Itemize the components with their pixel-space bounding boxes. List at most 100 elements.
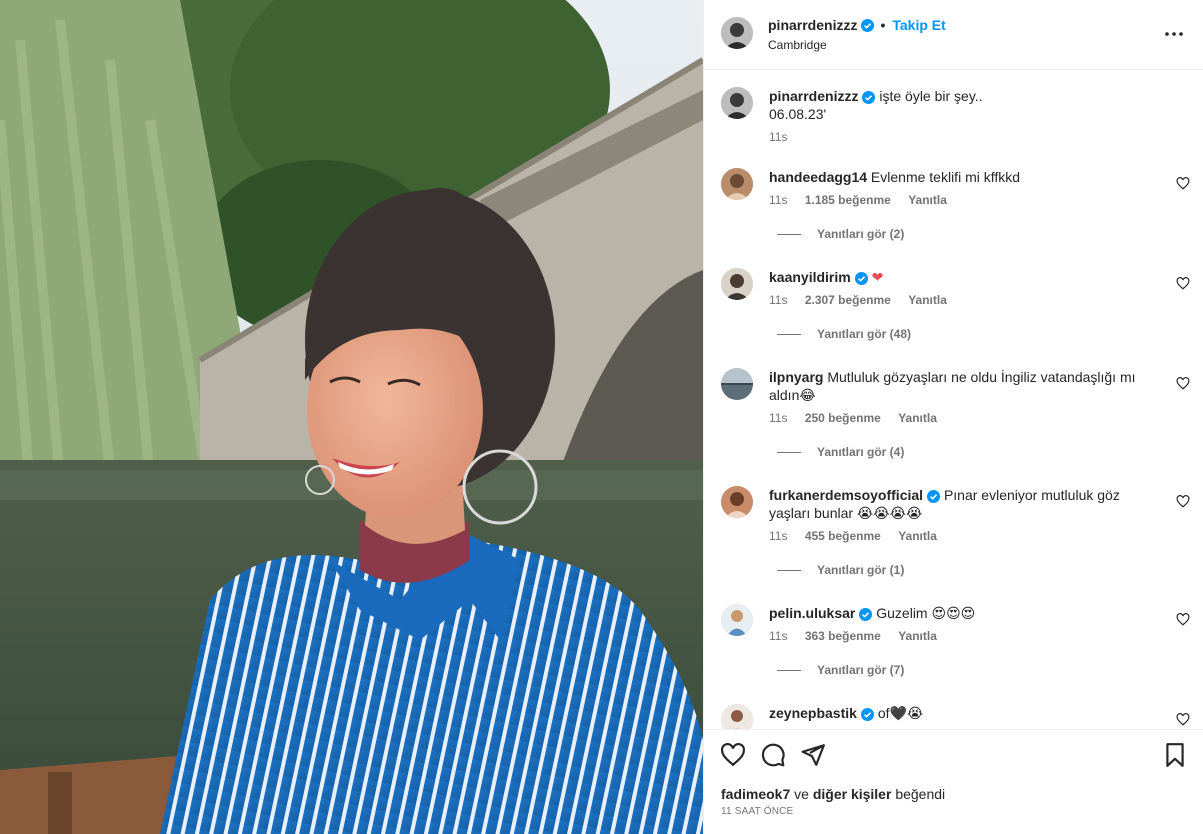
comment-message: Guzelim 😍😍😍 xyxy=(876,605,976,621)
post-image xyxy=(0,0,703,834)
comment-item: pelin.uluksar Guzelim 😍😍😍 11s 363 beğenm… xyxy=(721,604,1191,684)
post-location[interactable]: Cambridge xyxy=(768,38,827,52)
comment-likes[interactable]: 1.185 beğenme xyxy=(805,193,891,207)
comment-item: furkanerdemsoyofficial Pınar evleniyor m… xyxy=(721,486,1191,586)
reply-button[interactable]: Yanıtla xyxy=(908,193,947,207)
view-replies-button[interactable]: Yanıtları gör (1) xyxy=(777,563,904,577)
comment-username[interactable]: ilpnyarg xyxy=(769,369,823,385)
comment-text: zeynepbastik of🖤😭 xyxy=(769,704,1159,722)
view-replies-label: Yanıtları gör (4) xyxy=(817,445,905,459)
comment-item: kaanyildirim ❤ 11s 2.307 beğenme Yanıtla… xyxy=(721,268,1191,348)
replies-divider xyxy=(777,333,801,335)
heart-icon[interactable] xyxy=(1176,495,1190,508)
view-replies-label: Yanıtları gör (1) xyxy=(817,563,905,577)
bookmark-icon[interactable] xyxy=(1162,742,1188,768)
heart-icon[interactable] xyxy=(1176,377,1190,390)
post-header: pinarrdenizzz • Takip Et Cambridge xyxy=(704,0,1203,70)
comment-avatar[interactable] xyxy=(721,604,753,636)
heart-icon[interactable] xyxy=(1176,177,1190,190)
verified-badge-icon xyxy=(927,489,941,503)
comment-meta: 11s 455 beğenme Yanıtla xyxy=(769,529,951,543)
comment-item: ilpnyarg Mutluluk gözyaşları ne oldu İng… xyxy=(721,368,1191,468)
verified-badge-icon xyxy=(861,18,875,32)
caption-message: işte öyle bir şey.. xyxy=(879,88,983,104)
comment-likes[interactable]: 250 beğenme xyxy=(805,411,881,425)
comment-username[interactable]: handeedagg14 xyxy=(769,169,867,185)
comment-username[interactable]: kaanyildirim xyxy=(769,269,851,285)
comment-avatar[interactable] xyxy=(721,368,753,400)
liked-by-suffix: beğendi xyxy=(895,786,946,802)
comment-time[interactable]: 11s xyxy=(769,629,787,643)
comment-meta: 11s 2.307 beğenme Yanıtla xyxy=(769,293,961,307)
follow-button[interactable]: Takip Et xyxy=(892,17,945,33)
comment-meta: 11s 250 beğenme Yanıtla xyxy=(769,411,951,425)
view-replies-button[interactable]: Yanıtları gör (7) xyxy=(777,663,904,677)
view-replies-label: Yanıtları gör (48) xyxy=(817,327,912,341)
reply-button[interactable]: Yanıtla xyxy=(898,529,937,543)
liked-by-user[interactable]: fadimeok7 xyxy=(721,786,790,802)
comment-username[interactable]: zeynepbastik xyxy=(769,705,857,721)
comment-text: ilpnyarg Mutluluk gözyaşları ne oldu İng… xyxy=(769,368,1159,404)
comment-time[interactable]: 11s xyxy=(769,193,787,207)
comment-text: kaanyildirim ❤ xyxy=(769,268,1159,286)
comment-likes[interactable]: 363 beğenme xyxy=(805,629,881,643)
comment-username[interactable]: pelin.uluksar xyxy=(769,605,855,621)
caption-username[interactable]: pinarrdenizzz xyxy=(769,88,858,104)
replies-divider xyxy=(777,569,801,571)
comment-likes[interactable]: 2.307 beğenme xyxy=(805,293,891,307)
post-photo[interactable] xyxy=(0,0,703,834)
post-timestamp[interactable]: 11 SAAT ÖNCE xyxy=(721,806,793,817)
comment-avatar[interactable] xyxy=(721,168,753,200)
verified-badge-icon xyxy=(854,271,868,285)
author-row: pinarrdenizzz • Takip Et xyxy=(768,17,946,33)
liked-by-and: ve xyxy=(794,786,809,802)
post-footer: fadimeok7 ve diğer kişiler beğendi 11 SA… xyxy=(704,729,1203,834)
comment-text: furkanerdemsoyofficial Pınar evleniyor m… xyxy=(769,486,1159,522)
comment-avatar[interactable] xyxy=(721,486,753,518)
comment-username[interactable]: furkanerdemsoyofficial xyxy=(769,487,923,503)
comments-list[interactable]: pinarrdenizzz işte öyle bir şey.. 06.08.… xyxy=(704,71,1203,729)
caption-avatar[interactable] xyxy=(721,87,753,119)
heart-icon[interactable] xyxy=(720,742,746,768)
comment-time[interactable]: 11s xyxy=(769,529,787,543)
caption-meta: 11s xyxy=(769,130,801,144)
replies-divider xyxy=(777,451,801,453)
heart-icon[interactable] xyxy=(1176,277,1190,290)
liked-by-others[interactable]: diğer kişiler xyxy=(813,786,892,802)
view-replies-label: Yanıtları gör (2) xyxy=(817,227,905,241)
comment-message: Mutluluk gözyaşları ne oldu İngiliz vata… xyxy=(769,369,1136,403)
author-avatar[interactable] xyxy=(721,17,753,49)
comment-text: handeedagg14 Evlenme teklifi mi kffkkd xyxy=(769,168,1159,186)
comment-meta: 11s 1.185 beğenme Yanıtla xyxy=(769,193,961,207)
replies-divider xyxy=(777,233,801,235)
replies-divider xyxy=(777,669,801,671)
reply-button[interactable]: Yanıtla xyxy=(898,411,937,425)
heart-icon[interactable] xyxy=(1176,713,1190,726)
comment-likes[interactable]: 455 beğenme xyxy=(805,529,881,543)
heart-icon[interactable] xyxy=(1176,613,1190,626)
comment-message: of🖤😭 xyxy=(877,705,924,721)
caption-text: pinarrdenizzz işte öyle bir şey.. 06.08.… xyxy=(769,87,1159,123)
comment-avatar[interactable] xyxy=(721,704,753,729)
more-options-icon[interactable] xyxy=(1162,24,1186,44)
reply-button[interactable]: Yanıtla xyxy=(898,629,937,643)
comment-time[interactable]: 11s xyxy=(769,411,787,425)
comment-avatar[interactable] xyxy=(721,268,753,300)
author-username[interactable]: pinarrdenizzz xyxy=(768,17,857,33)
liked-by-text: fadimeok7 ve diğer kişiler beğendi xyxy=(721,786,945,802)
reply-button[interactable]: Yanıtla xyxy=(908,293,947,307)
share-icon[interactable] xyxy=(800,742,826,768)
comment-icon[interactable] xyxy=(760,742,786,768)
caption: pinarrdenizzz işte öyle bir şey.. 06.08.… xyxy=(721,87,1191,147)
view-replies-button[interactable]: Yanıtları gör (4) xyxy=(777,445,904,459)
view-replies-button[interactable]: Yanıtları gör (2) xyxy=(777,227,904,241)
comment-meta: 11s 363 beğenme Yanıtla xyxy=(769,629,951,643)
caption-time[interactable]: 11s xyxy=(769,130,787,144)
view-replies-label: Yanıtları gör (7) xyxy=(817,663,905,677)
separator-dot: • xyxy=(880,17,886,33)
view-replies-button[interactable]: Yanıtları gör (48) xyxy=(777,327,911,341)
comment-message: ❤ xyxy=(871,269,884,285)
comment-time[interactable]: 11s xyxy=(769,293,787,307)
caption-date: 06.08.23' xyxy=(769,106,827,122)
verified-badge-icon xyxy=(859,607,873,621)
